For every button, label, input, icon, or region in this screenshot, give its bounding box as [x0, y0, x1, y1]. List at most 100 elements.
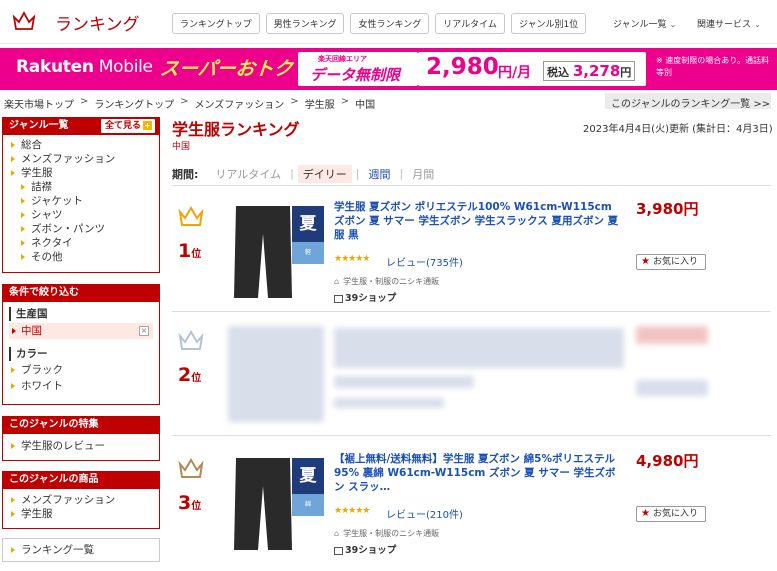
product-price: 4,980円 — [636, 452, 699, 470]
blurred-fav — [636, 380, 708, 396]
product-tag: 夏 — [292, 458, 324, 494]
filter-color-white[interactable]: ホワイト — [3, 379, 159, 393]
related-services-dropdown[interactable]: 関連サービス ⌄ — [697, 17, 761, 30]
ad-banner[interactable]: Rakuten Mobile スーパーおトク 楽天回線エリア データ無制限 2,… — [0, 48, 777, 90]
product-image[interactable]: 夏 軽 — [226, 200, 326, 300]
sidebar-item-necktie[interactable]: ネクタイ — [3, 236, 159, 250]
sidebar-item-school-uniform[interactable]: 学生服 — [3, 507, 159, 521]
sidebar-item-mens-fashion[interactable]: メンズファッション — [3, 152, 159, 166]
product-tag: 夏 — [292, 206, 324, 242]
product-tag-sub: 綿 — [292, 494, 324, 516]
banner-data-box: 楽天回線エリア データ無制限 — [298, 52, 418, 86]
nav-pill-female[interactable]: 女性ランキング — [350, 13, 430, 34]
page-subtitle: 中国 — [172, 142, 191, 152]
banner-price: 2,980 — [426, 54, 499, 80]
store-icon — [334, 294, 343, 303]
review-link[interactable]: レビュー(210件) — [386, 506, 463, 521]
bronze-crown-icon — [178, 458, 204, 478]
crown-icon[interactable] — [12, 9, 36, 33]
gold-crown-icon — [178, 206, 204, 226]
blurred-title — [334, 328, 624, 368]
updated-date: 2023年4月4日(火)更新 (集計日：4月3日) — [583, 124, 773, 135]
review-link[interactable]: レビュー(735件) — [386, 254, 463, 269]
store-icon — [334, 546, 343, 555]
shop-icon: ⌂ — [334, 529, 340, 538]
blurred-price — [636, 326, 708, 344]
sidebar-item-pants[interactable]: ズボン・パンツ — [3, 222, 159, 236]
sidebar-item-school-uniform[interactable]: 学生服 — [3, 166, 159, 180]
pants-image — [234, 458, 292, 550]
top-header: ランキング ランキングトップ 男性ランキング 女性ランキング リアルタイム ジャ… — [0, 0, 777, 44]
genre-ranking-list-link[interactable]: このジャンルのランキング一覧 >> — [605, 93, 771, 110]
tab-weekly[interactable]: 週間 — [364, 165, 396, 183]
star-icon: ★ — [641, 508, 650, 519]
sidebar-item-mens-fashion[interactable]: メンズファッション — [3, 493, 159, 507]
banner-unit: 円/月 — [498, 65, 532, 81]
ranking-item: 1位 夏 軽 学生服 夏ズボン ポリエステル100% W61cm-W115cm … — [172, 196, 771, 312]
shop-name[interactable]: ⌂ 学生服・制服のニシキ通販 — [334, 276, 439, 287]
silver-crown-icon — [178, 330, 204, 350]
favorite-button[interactable]: ★ お気に入り — [636, 506, 706, 522]
close-icon[interactable]: × — [139, 326, 149, 336]
rating-stars: ★★★★★ — [334, 254, 370, 264]
sidebar-item-jacket[interactable]: ジャケット — [3, 194, 159, 208]
site-logo-text[interactable]: ランキング — [55, 10, 140, 35]
sidebar-item-shirt[interactable]: シャツ — [3, 208, 159, 222]
nav-pill-genre-first[interactable]: ジャンル別1位 — [510, 13, 587, 34]
nav-pill-male[interactable]: 男性ランキング — [265, 13, 345, 34]
rating-stars: ★★★★★ — [334, 506, 370, 516]
tab-realtime[interactable]: リアルタイム — [210, 165, 286, 183]
sidebar-feature-box: このジャンルの特集 学生服のレビュー — [2, 416, 160, 461]
banner-super: スーパーおトク — [158, 58, 294, 80]
sidebar-genre-box: ジャンル一覧 全て見る + 総合 メンズファッション 学生服 詰襟 ジャケット シ… — [2, 117, 160, 273]
shop-count[interactable]: 39ショップ — [334, 290, 396, 304]
period-label: 期間: — [172, 167, 199, 181]
product-image[interactable]: 夏 綿 — [226, 452, 326, 552]
sidebar-products-box: このジャンルの商品 メンズファッション 学生服 — [2, 471, 160, 529]
sidebar-genre-title: ジャンル一覧 全て見る + — [3, 117, 159, 135]
banner-brand: Rakuten Mobile — [16, 57, 153, 77]
product-title-link[interactable]: 【裾上無料/送料無料】学生服 夏ズボン 綿5%ポリエステル95% 裏綿 W61c… — [334, 452, 624, 494]
shop-icon: ⌂ — [334, 277, 340, 286]
banner-price-box: 2,980 円/月 税込 3,278円 — [418, 52, 646, 86]
pants-image — [234, 206, 292, 298]
filter-color-black[interactable]: ブラック — [3, 363, 159, 377]
tab-monthly[interactable]: 月間 — [407, 165, 439, 183]
breadcrumb-item[interactable]: メンズファッション — [194, 96, 284, 111]
sidebar-ranking-list[interactable]: ランキング一覧 — [2, 538, 160, 562]
plus-icon: + — [143, 121, 152, 130]
breadcrumb-item[interactable]: 楽天市場トップ — [4, 96, 74, 111]
sidebar-item-reviews[interactable]: 学生服のレビュー — [3, 439, 159, 453]
breadcrumb-item[interactable]: 学生服 — [305, 96, 335, 111]
period-tabs: 期間: リアルタイム | デイリー | 週間 | 月間 — [172, 162, 771, 186]
page-title: 学生服ランキング — [172, 120, 300, 139]
nav-pills: ランキングトップ 男性ランキング 女性ランキング リアルタイム ジャンル別1位 — [172, 13, 587, 34]
sidebar-item-total[interactable]: 総合 — [3, 138, 159, 152]
shop-count[interactable]: 39ショップ — [334, 542, 396, 556]
star-icon: ★ — [641, 256, 650, 267]
ranking-item: 3位 夏 綿 【裾上無料/送料無料】学生服 夏ズボン 綿5%ポリエステル95% … — [172, 448, 771, 564]
nav-pill-realtime[interactable]: リアルタイム — [435, 13, 505, 34]
rank-number: 2位 — [178, 364, 202, 386]
breadcrumb-item[interactable]: ランキングトップ — [94, 96, 174, 111]
see-all-button[interactable]: 全て見る + — [100, 119, 155, 133]
blurred-image — [228, 326, 324, 422]
sidebar-item-tsumeeri[interactable]: 詰襟 — [3, 180, 159, 194]
filter-color-label: カラー — [9, 347, 153, 361]
tab-daily[interactable]: デイリー — [297, 164, 352, 183]
favorite-button[interactable]: ★ お気に入り — [636, 254, 706, 270]
blurred-review — [334, 376, 474, 388]
breadcrumb: 楽天市場トップ > ランキングトップ > メンズファッション > 学生服 > 中国 — [4, 96, 376, 111]
sidebar-item-other[interactable]: その他 — [3, 250, 159, 264]
filter-origin-selected[interactable]: 中国 × — [9, 323, 153, 339]
ranking-item: 2位 — [172, 320, 771, 436]
blurred-shop — [334, 398, 444, 408]
sidebar-feature-title: このジャンルの特集 — [3, 416, 159, 434]
chevron-down-icon: ⌄ — [754, 20, 761, 29]
product-title-link[interactable]: 学生服 夏ズボン ポリエステル100% W61cm-W115cm ズボン 夏 サ… — [334, 200, 624, 242]
shop-name[interactable]: ⌂ 学生服・制服のニシキ通販 — [334, 528, 439, 539]
sidebar-products-title: このジャンルの商品 — [3, 471, 159, 489]
product-tag-sub: 軽 — [292, 242, 324, 264]
nav-pill-ranking-top[interactable]: ランキングトップ — [172, 13, 260, 34]
genre-list-dropdown[interactable]: ジャンル一覧 ⌄ — [613, 17, 676, 30]
